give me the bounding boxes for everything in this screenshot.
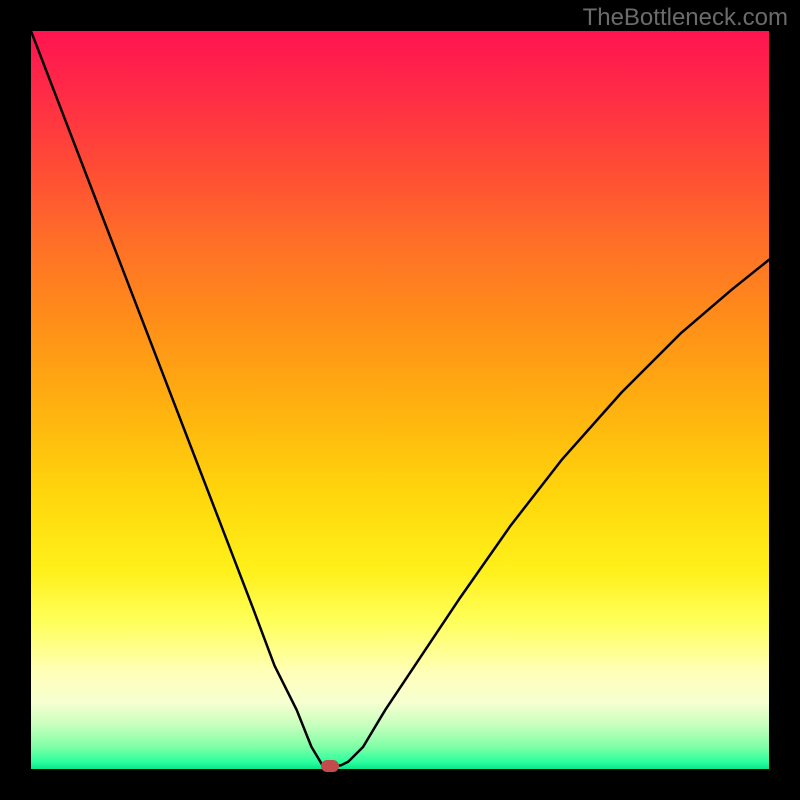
chart-container: TheBottleneck.com xyxy=(0,0,800,800)
bottleneck-curve xyxy=(31,31,769,769)
optimal-point-marker xyxy=(321,760,339,772)
watermark-text: TheBottleneck.com xyxy=(583,4,788,32)
plot-area xyxy=(31,31,769,769)
